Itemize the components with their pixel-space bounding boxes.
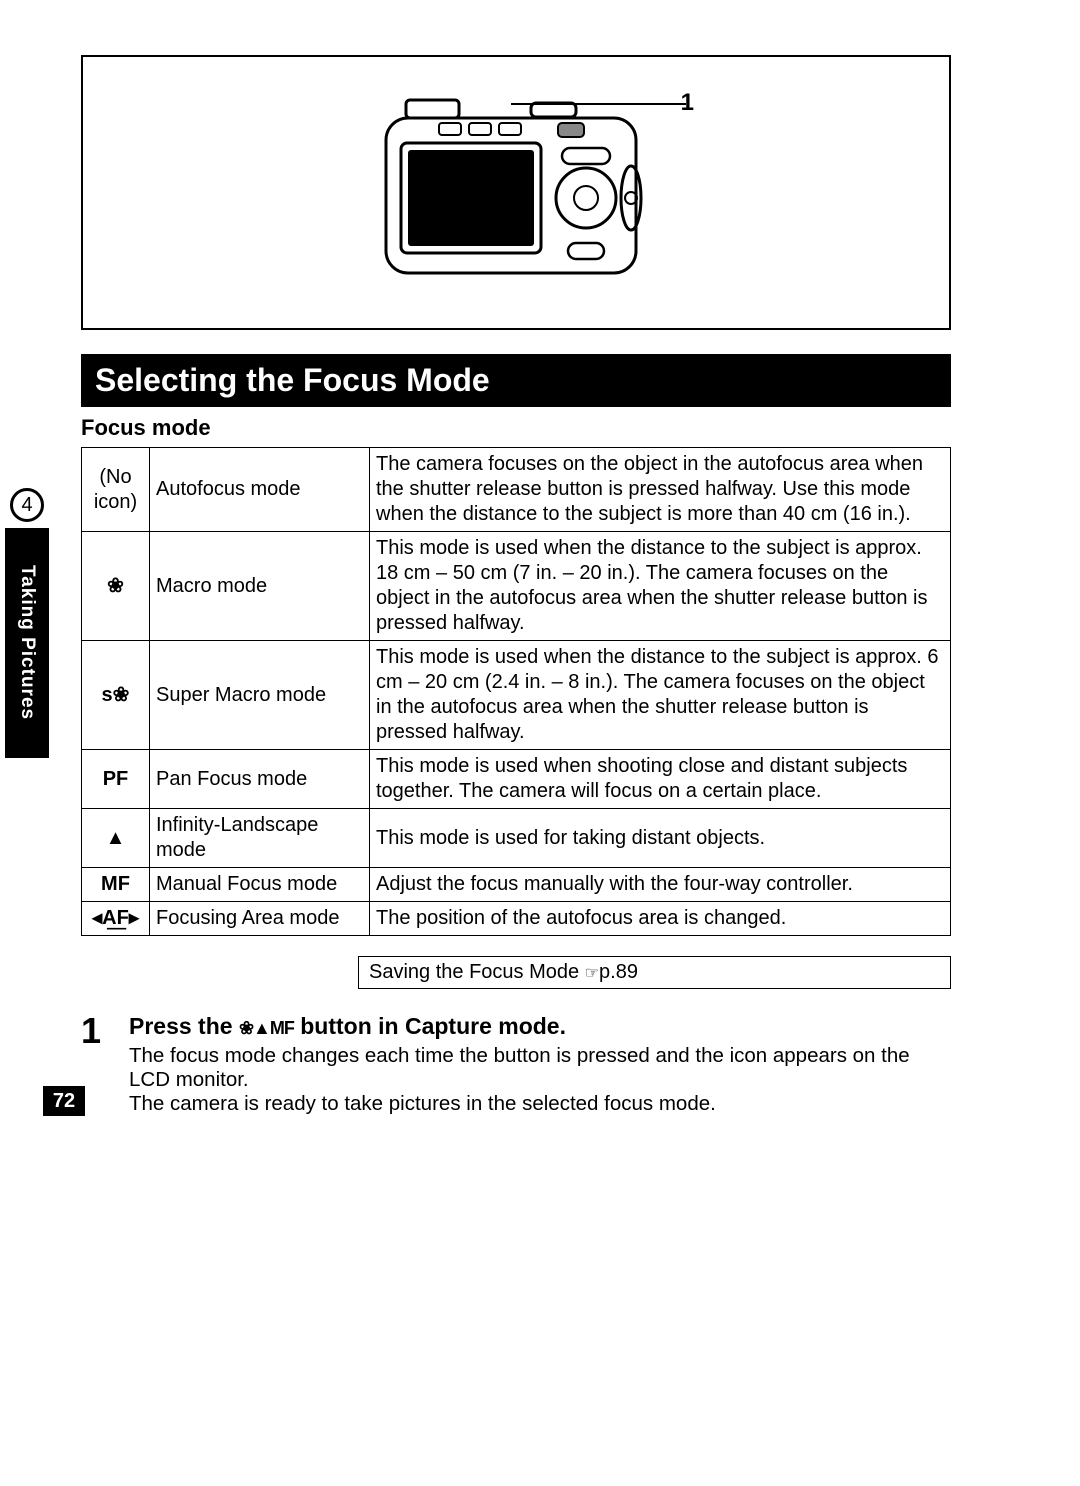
table-row: MFManual Focus modeAdjust the focus manu…: [82, 868, 951, 902]
step-title: Press the ❀▲MF button in Capture mode.: [129, 1013, 951, 1040]
focus-mode-desc: This mode is used for taking distant obj…: [370, 809, 951, 868]
focus-mode-name: Manual Focus mode: [150, 868, 370, 902]
diagram-callout-1: 1: [681, 89, 694, 117]
focus-mode-name: Super Macro mode: [150, 641, 370, 750]
focus-mode-icon: MF: [82, 868, 150, 902]
step-number: 1: [81, 1013, 129, 1116]
focus-mode-name: Focusing Area mode: [150, 902, 370, 936]
table-row: ◂A͟F▸Focusing Area modeThe position of t…: [82, 902, 951, 936]
camera-illustration: [376, 93, 656, 293]
section-subtitle: Focus mode: [81, 415, 1005, 441]
focus-mode-desc: The position of the autofocus area is ch…: [370, 902, 951, 936]
focus-mode-icon: s❀: [82, 641, 150, 750]
reference-box: Saving the Focus Mode ☞p.89: [358, 956, 951, 989]
focus-mode-name: Macro mode: [150, 532, 370, 641]
focus-mode-icon: ▲: [82, 809, 150, 868]
table-row: ❀Macro modeThis mode is used when the di…: [82, 532, 951, 641]
page-number: 72: [43, 1086, 85, 1116]
section-title: Selecting the Focus Mode: [81, 354, 951, 407]
focus-mode-name: Pan Focus mode: [150, 750, 370, 809]
focus-button-icon: ❀▲MF: [239, 1018, 294, 1038]
chapter-number: 4: [10, 488, 44, 522]
focus-mode-desc: This mode is used when the distance to t…: [370, 532, 951, 641]
focus-mode-icon: ❀: [82, 532, 150, 641]
step-1: 1 Press the ❀▲MF button in Capture mode.…: [81, 1013, 951, 1116]
reference-page: p.89: [599, 961, 638, 983]
focus-mode-desc: Adjust the focus manually with the four-…: [370, 868, 951, 902]
focus-mode-name: Infinity-Landscape mode: [150, 809, 370, 868]
table-row: s❀Super Macro modeThis mode is used when…: [82, 641, 951, 750]
focus-mode-icon: PF: [82, 750, 150, 809]
focus-mode-icon: ◂A͟F▸: [82, 902, 150, 936]
camera-diagram-box: 1: [81, 55, 951, 330]
chapter-label-bg: Taking Pictures: [5, 528, 49, 758]
table-row: PFPan Focus modeThis mode is used when s…: [82, 750, 951, 809]
leader-line: [511, 103, 686, 105]
step-body: Press the ❀▲MF button in Capture mode. T…: [129, 1013, 951, 1116]
step-title-pre: Press the: [129, 1013, 239, 1039]
table-row: ▲Infinity-Landscape modeThis mode is use…: [82, 809, 951, 868]
focus-mode-name: Autofocus mode: [150, 448, 370, 532]
reference-text: Saving the Focus Mode: [369, 961, 585, 983]
focus-mode-icon: (No icon): [82, 448, 150, 532]
chapter-tab: 4 Taking Pictures: [0, 488, 54, 758]
chapter-label: Taking Pictures: [16, 565, 38, 720]
reference-hand-icon: ☞: [585, 965, 599, 982]
focus-mode-desc: This mode is used when shooting close an…: [370, 750, 951, 809]
step-text-2: The camera is ready to take pictures in …: [129, 1092, 951, 1116]
focus-mode-desc: The camera focuses on the object in the …: [370, 448, 951, 532]
step-title-post: button in Capture mode.: [294, 1013, 566, 1039]
step-text-1: The focus mode changes each time the but…: [129, 1044, 951, 1092]
table-row: (No icon)Autofocus modeThe camera focuse…: [82, 448, 951, 532]
focus-mode-desc: This mode is used when the distance to t…: [370, 641, 951, 750]
focus-mode-table: (No icon)Autofocus modeThe camera focuse…: [81, 447, 951, 936]
